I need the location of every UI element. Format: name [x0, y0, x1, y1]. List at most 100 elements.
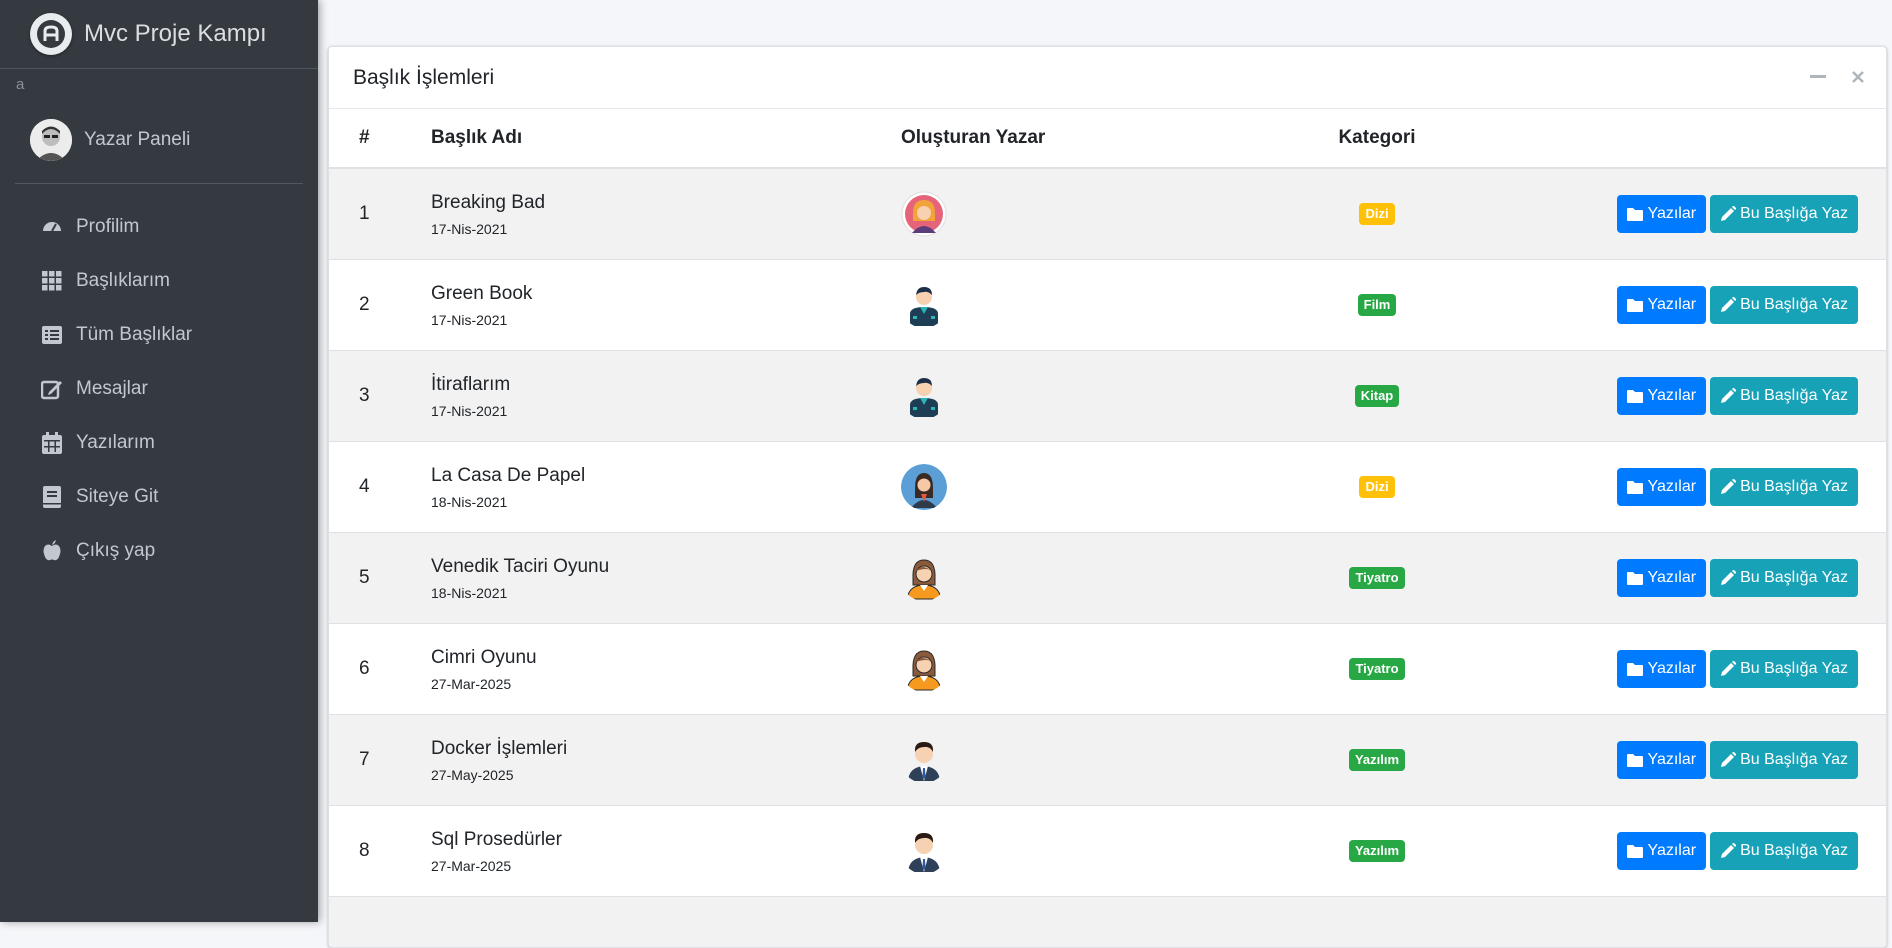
row-number: 5 — [329, 533, 431, 624]
sidebar-item-yazilarim[interactable]: Yazılarım — [0, 416, 318, 470]
minimize-icon[interactable] — [1808, 67, 1828, 87]
actions-cell: YazılarBu Başlığa Yaz — [1469, 442, 1886, 533]
posts-button-label: Yazılar — [1647, 387, 1696, 405]
write-title-button[interactable]: Bu Başlığa Yaz — [1710, 832, 1858, 870]
posts-button-label: Yazılar — [1647, 205, 1696, 223]
title-name[interactable]: Sql Prosedürler — [431, 828, 901, 852]
write-title-button[interactable]: Bu Başlığa Yaz — [1710, 377, 1858, 415]
sidebar-item-cikis-yap[interactable]: Çıkış yap — [0, 524, 318, 578]
posts-button[interactable]: Yazılar — [1617, 286, 1706, 324]
write-title-button[interactable]: Bu Başlığa Yaz — [1710, 286, 1858, 324]
tachometer-icon — [40, 215, 64, 239]
row-number: 1 — [329, 168, 431, 260]
row-number: 4 — [329, 442, 431, 533]
actions-cell: Yazılar Bu Başlığa Yaz — [1469, 806, 1886, 897]
sidebar: Mvc Proje Kampı a Yazar Paneli Profilim … — [0, 0, 318, 922]
folder-icon — [1627, 207, 1643, 221]
title-cell-empty — [431, 897, 901, 948]
pencil-icon — [1720, 206, 1736, 222]
posts-button[interactable]: Yazılar — [1617, 468, 1706, 506]
category-cell: Tiyatro — [1285, 624, 1469, 715]
sidebar-item-label: Siteye Git — [76, 486, 158, 508]
title-cell: Green Book17-Nis-2021 — [431, 260, 901, 351]
title-date: 18-Nis-2021 — [431, 585, 901, 601]
sidebar-item-siteye-git[interactable]: Siteye Git — [0, 470, 318, 524]
folder-icon — [1627, 571, 1643, 585]
write-title-button[interactable]: Bu Başlığa Yaz — [1710, 650, 1858, 688]
posts-button[interactable]: Yazılar — [1617, 377, 1706, 415]
title-name[interactable]: Breaking Bad — [431, 191, 901, 215]
table-row-partial — [329, 897, 1886, 948]
category-badge: Kitap — [1355, 385, 1400, 407]
category-badge: Yazılım — [1349, 840, 1405, 862]
apple-icon — [40, 539, 64, 563]
author-avatar — [901, 737, 947, 783]
folder-icon — [1627, 480, 1643, 494]
folder-icon — [1627, 844, 1643, 858]
pencil-icon — [1720, 843, 1736, 859]
posts-button-label: Yazılar — [1647, 660, 1696, 678]
author-cell — [901, 624, 1285, 715]
col-header-actions — [1469, 109, 1886, 168]
user-panel[interactable]: Yazar Paneli — [15, 69, 303, 184]
title-date: 27-May-2025 — [431, 767, 901, 783]
list-icon — [40, 323, 64, 347]
card-title: Başlık İşlemleri — [353, 66, 494, 90]
title-date: 27-Mar-2025 — [431, 676, 901, 692]
brand-link[interactable]: Mvc Proje Kampı — [0, 0, 318, 69]
category-badge: Film — [1358, 294, 1397, 316]
write-title-button[interactable]: Bu Başlığa Yaz — [1710, 741, 1858, 779]
title-date: 18-Nis-2021 — [431, 494, 901, 510]
titles-card: Başlık İşlemleri # Başlık Adı Oluşturan … — [328, 46, 1887, 948]
row-number: 7 — [329, 715, 431, 806]
title-name[interactable]: İtiraflarım — [431, 373, 901, 397]
category-badge: Dizi — [1359, 203, 1394, 225]
card-header: Başlık İşlemleri — [329, 47, 1886, 109]
sidebar-item-mesajlar[interactable]: Mesajlar — [0, 362, 318, 416]
col-header-author: Oluşturan Yazar — [901, 109, 1285, 168]
row-number-empty — [329, 897, 431, 948]
write-title-button[interactable]: Bu Başlığa Yaz — [1710, 468, 1858, 506]
author-cell — [901, 260, 1285, 351]
edit-icon — [40, 377, 64, 401]
sidebar-item-label: Mesajlar — [76, 378, 148, 400]
title-name[interactable]: Cimri Oyunu — [431, 646, 901, 670]
pencil-icon — [1720, 297, 1736, 313]
title-name[interactable]: La Casa De Papel — [431, 464, 901, 488]
titles-table: # Başlık Adı Oluşturan Yazar Kategori 1B… — [329, 109, 1886, 948]
pencil-icon — [1720, 570, 1736, 586]
sidebar-item-basliklarim[interactable]: Başlıklarım — [0, 254, 318, 308]
table-row: 3İtiraflarım17-Nis-2021KitapYazılarBu Ba… — [329, 351, 1886, 442]
col-header-name: Başlık Adı — [431, 109, 901, 168]
table-row: 5Venedik Taciri Oyunu18-Nis-2021TiyatroY… — [329, 533, 1886, 624]
folder-icon — [1627, 753, 1643, 767]
table-row: 8Sql Prosedürler27-Mar-2025YazılımYazıla… — [329, 806, 1886, 897]
write-title-button[interactable]: Bu Başlığa Yaz — [1710, 195, 1858, 233]
title-name[interactable]: Green Book — [431, 282, 901, 306]
write-title-button[interactable]: Bu Başlığa Yaz — [1710, 559, 1858, 597]
posts-button[interactable]: Yazılar — [1617, 650, 1706, 688]
author-cell-empty — [901, 897, 1285, 948]
category-cell: Dizi — [1285, 442, 1469, 533]
posts-button[interactable]: Yazılar — [1617, 832, 1706, 870]
actions-cell: YazılarBu Başlığa Yaz — [1469, 715, 1886, 806]
title-name[interactable]: Venedik Taciri Oyunu — [431, 555, 901, 579]
title-name[interactable]: Docker İşlemleri — [431, 737, 901, 761]
user-name: Yazar Paneli — [84, 129, 190, 151]
sidebar-item-profilim[interactable]: Profilim — [0, 200, 318, 254]
author-avatar — [901, 191, 947, 237]
folder-icon — [1627, 662, 1643, 676]
posts-button[interactable]: Yazılar — [1617, 741, 1706, 779]
table-row: 6Cimri Oyunu27-Mar-2025TiyatroYazılarBu … — [329, 624, 1886, 715]
pencil-icon — [1720, 661, 1736, 677]
sidebar-item-label: Yazılarım — [76, 432, 155, 454]
posts-button[interactable]: Yazılar — [1617, 195, 1706, 233]
write-title-button-label: Bu Başlığa Yaz — [1740, 842, 1848, 860]
title-cell: Sql Prosedürler27-Mar-2025 — [431, 806, 901, 897]
posts-button[interactable]: Yazılar — [1617, 559, 1706, 597]
pencil-icon — [1720, 479, 1736, 495]
category-cell: Yazılım — [1285, 715, 1469, 806]
close-icon[interactable] — [1848, 67, 1868, 87]
actions-cell: YazılarBu Başlığa Yaz — [1469, 533, 1886, 624]
sidebar-item-tum-basliklar[interactable]: Tüm Başlıklar — [0, 308, 318, 362]
